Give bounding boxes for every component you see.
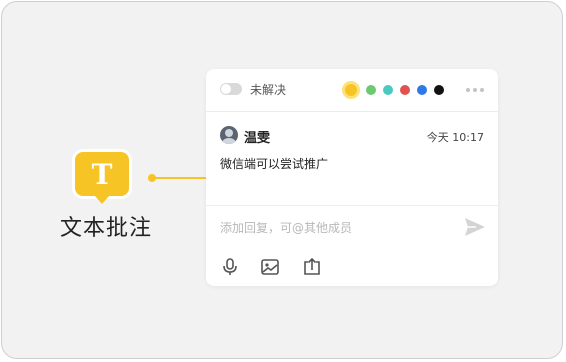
comment-card-header: 未解决 [206, 69, 498, 112]
color-option-black[interactable] [434, 85, 444, 95]
reply-input[interactable]: 添加回复，可@其他成员 [220, 219, 352, 236]
comment-card: 未解决 温雯 今天 10:17 微信端可以尝试推广 添加回复，可@其他成员 [206, 69, 498, 286]
comment-text: 微信端可以尝试推广 [220, 157, 329, 171]
text-annotation-letter: T [91, 157, 113, 191]
color-option-blue[interactable] [417, 85, 427, 95]
color-option-yellow[interactable] [342, 81, 360, 99]
comment-time: 今天 10:17 [426, 131, 484, 144]
comment-author: 温雯 [244, 131, 271, 146]
text-annotation-label: 文本批注 [59, 216, 152, 241]
resolve-toggle[interactable] [220, 83, 242, 95]
avatar [220, 126, 238, 144]
color-option-teal[interactable] [383, 85, 393, 95]
text-annotation-icon: T [75, 152, 129, 204]
more-options-icon[interactable] [466, 88, 484, 92]
color-option-red[interactable] [400, 85, 410, 95]
color-option-green[interactable] [366, 85, 376, 95]
connector-line [154, 177, 206, 179]
resolve-status-label: 未解决 [250, 83, 287, 97]
upload-icon[interactable] [302, 257, 322, 277]
microphone-icon[interactable] [220, 257, 240, 277]
send-icon[interactable] [464, 217, 486, 237]
comment-item: 温雯 今天 10:17 微信端可以尝试推广 [206, 111, 498, 206]
image-icon[interactable] [260, 257, 280, 277]
